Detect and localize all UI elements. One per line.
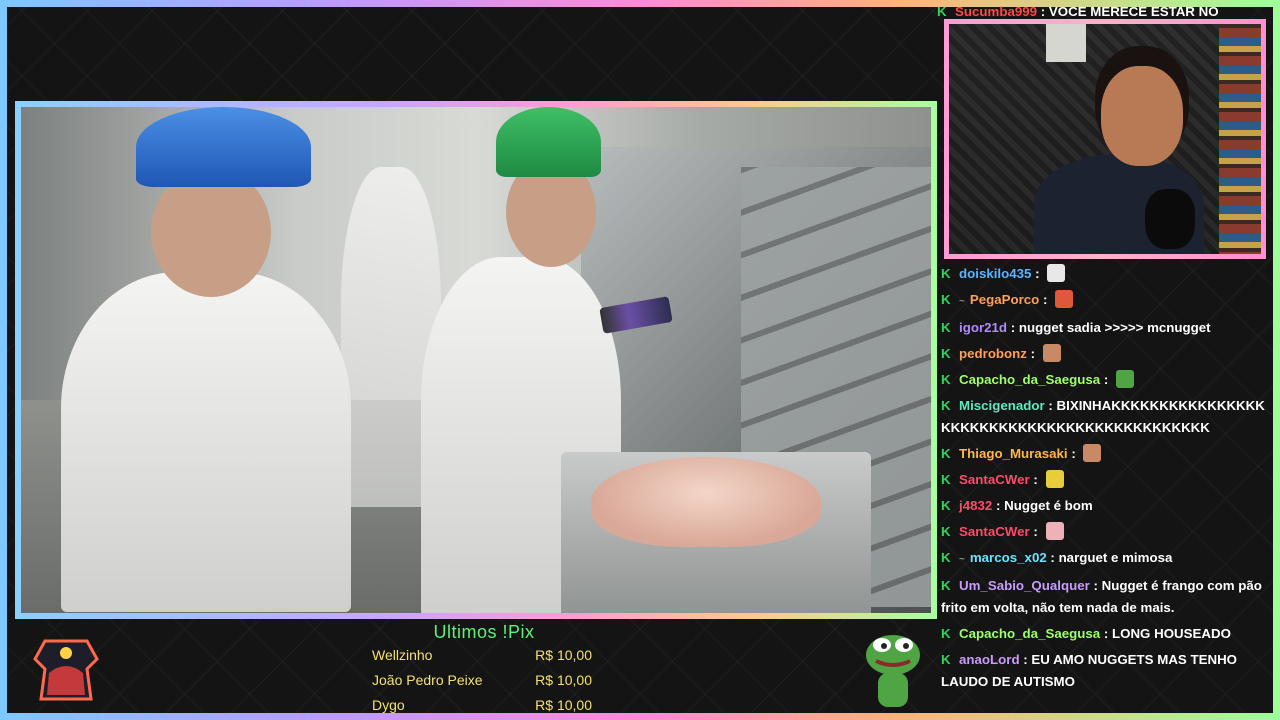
chat-username[interactable]: igor21d	[959, 320, 1007, 335]
chat-message: K Capacho_da_Saegusa :	[937, 367, 1267, 393]
pix-amount: R$ 10,00	[535, 697, 592, 713]
chat-text: LONG HOUSEADO	[1111, 626, 1231, 641]
chat-message: K Miscigenador : BIXINHAKKKKKKKKKKKKKKKKK…	[937, 393, 1267, 441]
kick-badge-icon: K	[941, 266, 951, 281]
pepe-frog-icon	[866, 635, 920, 707]
chat-message: KanaoLord : EU AMO NUGGETS MAS TENHO LAU…	[937, 647, 1267, 695]
main-video-frame	[15, 101, 937, 619]
chat-username[interactable]: SantaCWer	[959, 472, 1030, 487]
chat-message-top: K Sucumba999 : VOCE MERECE ESTAR NO	[937, 0, 1267, 25]
pix-donor-name: João Pedro Peixe	[372, 672, 483, 688]
streamer-head	[1101, 66, 1183, 166]
kick-badge-icon: K	[941, 498, 951, 513]
bookshelf	[1219, 24, 1261, 254]
user-badge-icon: ~	[959, 296, 965, 307]
pepe-emote	[1115, 370, 1134, 388]
ground-meat	[591, 457, 821, 547]
pix-donor-name: Wellzinho	[372, 647, 433, 663]
kick-badge-icon: K	[937, 4, 947, 19]
kick-badge-icon: K	[941, 550, 951, 565]
worker-blue-helmet	[61, 272, 351, 612]
face-emote	[1083, 444, 1102, 462]
chat-username[interactable]: doiskilo435	[959, 266, 1031, 281]
kick-badge-icon: K	[941, 524, 951, 539]
chat-message: K ~ marcos_x02 : narguet e mimosa	[937, 545, 1267, 573]
chat-username[interactable]: Miscigenador	[959, 398, 1045, 413]
kick-badge-icon: K	[941, 292, 951, 307]
banana-emote	[1045, 470, 1064, 488]
face-emote	[1042, 344, 1061, 362]
chat-message: Kj4832 : Nugget é bom	[937, 493, 1267, 519]
green-hard-hat	[496, 107, 601, 177]
chat-message: K SantaCWer :	[937, 467, 1267, 493]
chat-message: Kdoiskilo435 :	[937, 261, 1267, 287]
chat-text: narguet e mimosa	[1058, 550, 1173, 565]
pix-title: Ultimos !Pix	[433, 622, 535, 642]
chat-username[interactable]: Um_Sabio_Qualquer	[959, 578, 1090, 593]
kick-badge-icon: K	[941, 372, 951, 387]
user-badge-icon: ~	[959, 554, 965, 565]
skull-emote	[1047, 264, 1066, 282]
chat-message: Kigor21d : nugget sadia >>>>> mcnugget	[937, 315, 1267, 341]
chat-message: Kpedrobonz :	[937, 341, 1267, 367]
kick-badge-icon: K	[941, 398, 951, 413]
pix-list: Wellzinho R$ 10,00 João Pedro Peixe R$ 1…	[372, 643, 592, 718]
overlay-background: K Sucumba999 : VOCE MERECE ESTAR NO Kdois…	[7, 4, 1273, 713]
chat-username[interactable]: pedrobonz	[959, 346, 1027, 361]
blue-hard-hat	[136, 107, 311, 187]
chat-username[interactable]: Capacho_da_Saegusa	[959, 626, 1100, 641]
chat-username[interactable]: marcos_x02	[970, 550, 1047, 565]
webcam-frame	[944, 19, 1266, 259]
channel-logo-icon	[33, 639, 99, 701]
webcam-feed[interactable]	[949, 24, 1261, 254]
chat-username[interactable]: SantaCWer	[959, 524, 1030, 539]
pix-amount: R$ 10,00	[535, 647, 592, 663]
chat-username[interactable]: Thiago_Murasaki	[959, 446, 1068, 461]
pix-row: João Pedro Peixe R$ 10,00	[372, 668, 592, 693]
chat-text: nugget sadia >>>>> mcnugget	[1018, 320, 1211, 335]
wall-poster	[1046, 24, 1086, 62]
pix-row: Wellzinho R$ 10,00	[372, 643, 592, 668]
pix-donor-name: Dygo	[372, 697, 405, 713]
chat-panel: Kdoiskilo435 : K ~ PegaPorco : Kigor21d : …	[937, 261, 1267, 713]
chat-message: K Capacho_da_Saegusa : LONG HOUSEADO	[937, 621, 1267, 647]
chat-username[interactable]: PegaPorco	[970, 292, 1039, 307]
stream-overlay-frame: K Sucumba999 : VOCE MERECE ESTAR NO Kdois…	[0, 0, 1280, 720]
kick-badge-icon: K	[941, 320, 951, 335]
chat-username[interactable]: anaoLord	[959, 652, 1020, 667]
microphone-icon	[1145, 189, 1195, 249]
chat-username[interactable]: j4832	[959, 498, 992, 513]
kick-badge-icon: K	[941, 578, 951, 593]
chat-text: VOCE MERECE ESTAR NO	[1048, 4, 1219, 19]
kick-badge-icon: K	[941, 626, 951, 641]
chat-username[interactable]: Sucumba999	[955, 4, 1037, 19]
kick-badge-icon: K	[941, 346, 951, 361]
pig-face-emote	[1055, 290, 1074, 308]
chat-message: K Thiago_Murasaki :	[937, 441, 1267, 467]
main-video[interactable]	[21, 107, 931, 613]
chat-message: K Um_Sabio_Qualquer : Nugget é frango com…	[937, 573, 1267, 621]
kick-badge-icon: K	[941, 446, 951, 461]
chat-username[interactable]: Capacho_da_Saegusa	[959, 372, 1100, 387]
chat-message: K ~ PegaPorco :	[937, 287, 1267, 315]
pink-emote	[1045, 522, 1064, 540]
chat-message: K SantaCWer :	[937, 519, 1267, 545]
kick-badge-icon: K	[941, 652, 951, 667]
chat-text: Nugget é bom	[1004, 498, 1093, 513]
pix-amount: R$ 10,00	[535, 672, 592, 688]
kick-badge-icon: K	[941, 472, 951, 487]
pix-row: Dygo R$ 10,00	[372, 693, 592, 718]
